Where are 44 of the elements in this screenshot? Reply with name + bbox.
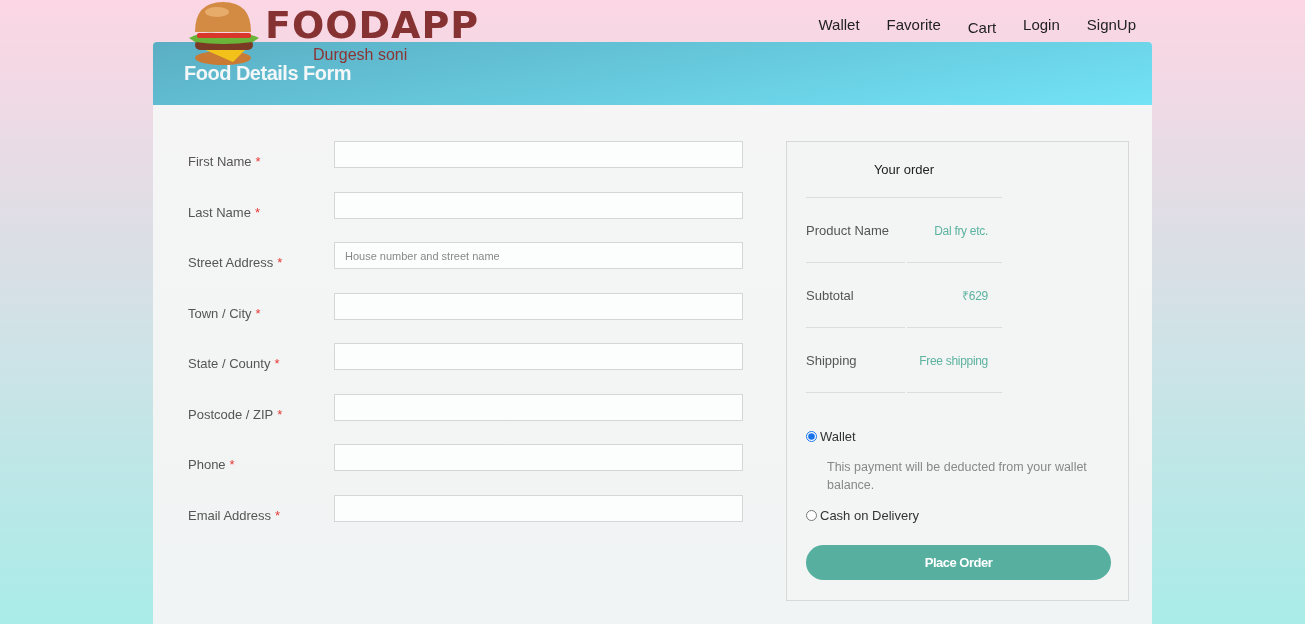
nav-link[interactable]: Wallet: [818, 16, 860, 42]
nav-link[interactable]: Cart: [967, 19, 997, 42]
nav-link[interactable]: SignUp: [1086, 16, 1136, 42]
required-mark: *: [255, 304, 261, 321]
input-field[interactable]: House number and street name: [334, 242, 743, 269]
radio-button[interactable]: [806, 431, 817, 442]
required-mark: *: [277, 405, 283, 422]
input-field[interactable]: [334, 393, 743, 421]
table-cell: Shipping: [806, 329, 905, 393]
radio-label: Wallet: [820, 429, 856, 444]
nav-link[interactable]: Favorite: [886, 16, 941, 42]
field-label: Street Address: [188, 254, 274, 270]
required-mark: *: [254, 203, 260, 220]
field-label: Town / City: [188, 304, 252, 321]
table-cell: Subtotal: [806, 264, 905, 328]
field-label: Postcode / ZIP: [188, 405, 274, 422]
input-field[interactable]: [334, 141, 743, 168]
radio-button[interactable]: [806, 510, 817, 521]
input-field[interactable]: [334, 292, 743, 320]
input-field[interactable]: [334, 343, 743, 370]
field-label: Email Address: [188, 506, 272, 523]
input-field[interactable]: [334, 494, 743, 522]
required-mark: *: [229, 456, 235, 472]
input-field[interactable]: [334, 444, 743, 471]
table-cell: Product Name: [806, 199, 905, 263]
field-label: First Name: [188, 153, 252, 169]
brand-logo: FOODAPP: [265, 6, 480, 44]
table-cell: Dal fry etc.: [907, 199, 1002, 263]
order-title: Your order: [806, 142, 1002, 198]
required-mark: *: [255, 153, 261, 169]
payment-note: This payment will be deducted from your wallet balance.: [827, 459, 1088, 494]
field-label: State / County: [188, 355, 271, 371]
table-cell: Free shipping: [907, 329, 1002, 393]
nav-link[interactable]: Login: [1023, 16, 1060, 42]
input-field[interactable]: [334, 191, 743, 219]
form-title: Food Details Form: [184, 62, 352, 85]
radio-label: Cash on Delivery: [820, 508, 919, 523]
author-name: Durgesh soni: [313, 46, 409, 64]
field-label: Last Name: [188, 203, 251, 220]
field-label: Phone: [188, 456, 226, 472]
table-cell: ₹629: [907, 264, 1002, 328]
required-mark: *: [274, 355, 280, 371]
required-mark: *: [275, 506, 281, 523]
required-mark: *: [277, 254, 283, 270]
